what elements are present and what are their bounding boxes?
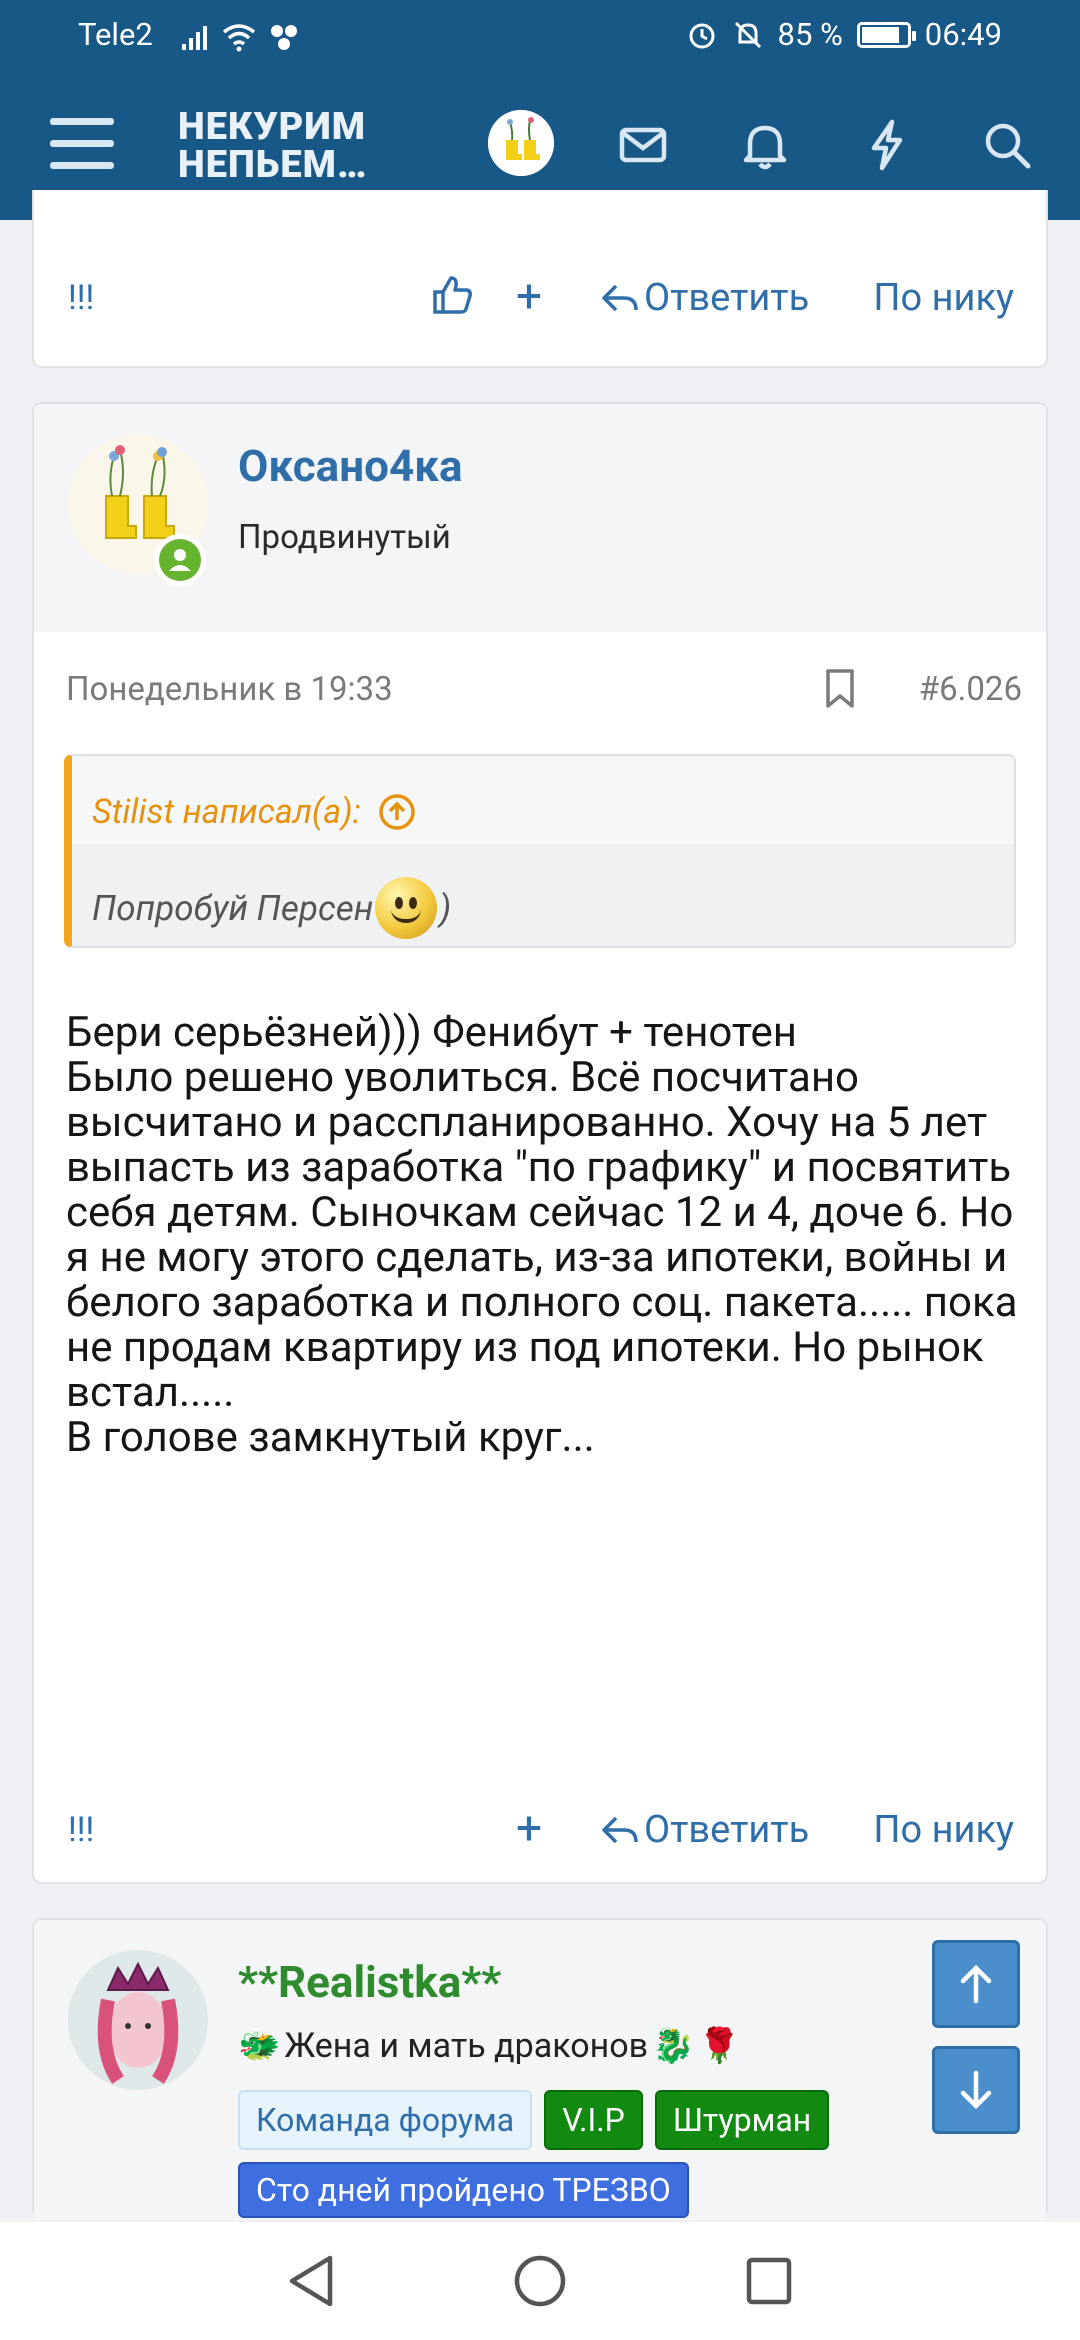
reply-button[interactable]: Ответить (600, 276, 809, 320)
status-bar: Tele2 85 % 06:49 (0, 0, 1080, 72)
forum-post: Оксано4ка Продвинутый Понедельник в 19:3… (32, 402, 1048, 1884)
message-line: Было решено уволиться. Всё посчитано выс… (66, 1053, 1018, 1417)
battery-icon (856, 21, 916, 48)
by-nick-button[interactable]: По нику (873, 1808, 1014, 1852)
add-reaction-button[interactable]: + (516, 272, 542, 322)
quote-text-before: Попробуй Персен (92, 887, 374, 929)
post-author-name[interactable]: **Realistka** (238, 1956, 501, 2008)
arrow-up-icon (960, 1964, 992, 2004)
badge-navigator: Штурман (654, 2090, 830, 2150)
post-user-header: Оксано4ка Продвинутый (34, 404, 1046, 632)
quote-author: Stilist написал(а): (92, 792, 361, 832)
mute-icon (734, 21, 761, 48)
reply-label: Ответить (644, 276, 810, 320)
home-icon[interactable] (512, 2252, 568, 2310)
quote-block: Stilist написал(а): Попробуй Персен ) (64, 754, 1016, 948)
post-author-avatar[interactable] (68, 1950, 208, 2090)
signal-icon (182, 26, 207, 50)
back-icon[interactable] (284, 2252, 338, 2310)
by-nick-button[interactable]: По нику (873, 276, 1014, 320)
user-avatar[interactable] (488, 110, 554, 176)
post-date[interactable]: Понедельник в 19:33 (66, 670, 393, 709)
dragon-icon: 🐲 (238, 2026, 281, 2066)
system-nav-bar (0, 2222, 1080, 2340)
reaction-marks[interactable]: !!! (68, 1810, 94, 1850)
lightning-icon[interactable] (858, 116, 916, 174)
reply-icon (602, 1816, 638, 1844)
battery-percent: 85 % (777, 16, 843, 53)
scroll-down-button[interactable] (932, 2046, 1020, 2134)
go-to-quote-icon[interactable] (377, 792, 417, 832)
reply-label: Ответить (644, 1808, 810, 1852)
post-actions: !!! + Ответить По нику (34, 272, 1046, 332)
next-post: **Realistka** 🐲 Жена и мать драконов 🐉 🌹… (32, 1918, 1048, 2220)
badge-sober: Сто дней пройдено ТРЕЗВО (238, 2162, 689, 2218)
message-line: Бери серьёзней))) Фенибут + тенотен (66, 1008, 797, 1057)
bell-icon[interactable] (736, 116, 794, 174)
menu-icon[interactable] (50, 118, 114, 174)
reply-icon (602, 284, 638, 312)
quote-header[interactable]: Stilist написал(а): (72, 756, 1014, 844)
post-actions: !!! + Ответить По нику (34, 1804, 1046, 1864)
badge-vip: V.I.P (544, 2090, 643, 2150)
signal-group (180, 16, 300, 52)
reaction-marks[interactable]: !!! (68, 278, 94, 318)
carrier-name: Tele2 (78, 16, 153, 53)
rose-icon: 🌹 (698, 2026, 741, 2066)
logo-line-2: НЕПЬЕМ… (178, 143, 368, 187)
reply-button[interactable]: Ответить (600, 1808, 809, 1852)
badge-team: Команда форума (238, 2090, 533, 2150)
bookmark-icon[interactable] (824, 668, 856, 710)
user-badges: Команда форума V.I.P Штурман Сто дней пр… (238, 2090, 938, 2218)
dragon-icon: 🐉 (652, 2026, 695, 2066)
logo-line-1: НЕКУРИМ (178, 105, 367, 149)
previous-post: !!! + Ответить По нику (32, 190, 1048, 368)
search-icon[interactable] (978, 116, 1036, 174)
quote-text: Попробуй Персен ) (72, 844, 1014, 946)
site-logo[interactable]: НЕКУРИМ НЕПЬЕМ… (178, 108, 367, 184)
add-reaction-button[interactable]: + (516, 1804, 542, 1854)
post-author-name[interactable]: Оксано4ка (238, 440, 463, 492)
recents-icon[interactable] (742, 2252, 796, 2310)
post-author-title: Продвинутый (238, 518, 451, 557)
post-author-title: 🐲 Жена и мать драконов 🐉 🌹 (238, 2026, 741, 2066)
tagline-text: Жена и мать драконов (284, 2026, 649, 2066)
apps-icon (271, 25, 297, 50)
alarm-icon (689, 23, 715, 48)
smiley-icon (375, 877, 438, 939)
status-right: 85 % 06:49 (686, 16, 1002, 53)
post-user-header: **Realistka** 🐲 Жена и мать драконов 🐉 🌹… (34, 1920, 1046, 2220)
quote-text-after: ) (439, 887, 452, 929)
scroll-up-button[interactable] (932, 1940, 1020, 2028)
arrow-down-icon (960, 2070, 992, 2110)
like-icon[interactable] (429, 272, 475, 318)
post-message: Бери серьёзней))) Фенибут + тенотен Было… (66, 1010, 1026, 1460)
wifi-icon (222, 24, 256, 52)
mail-icon[interactable] (614, 116, 672, 174)
post-number[interactable]: #6.026 (919, 670, 1022, 709)
clock: 06:49 (924, 16, 1002, 53)
online-status-icon (154, 534, 206, 586)
message-line: В голове замкнутый круг... (66, 1413, 595, 1462)
